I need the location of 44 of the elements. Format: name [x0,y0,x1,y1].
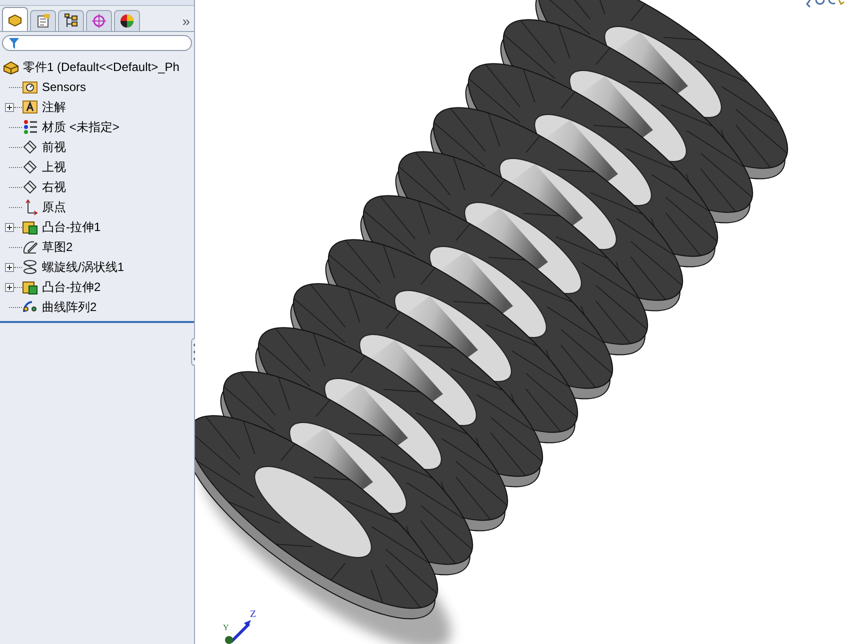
part-icon [3,59,19,75]
extrude-feature-icon [22,279,38,295]
tree-item-label[interactable]: 前视 [42,138,66,156]
expand-icon[interactable] [5,222,14,232]
tree-item-label[interactable]: Sensors [42,78,86,96]
more-tabs-button[interactable]: » [182,14,190,28]
sensor-folder-icon [22,79,38,95]
z-axis-label: Z [250,610,256,620]
tree-item-label[interactable]: 凸台-拉伸2 [42,278,101,296]
filter-field[interactable] [2,35,192,51]
view-toolbar-drawing [806,0,844,8]
expand-icon[interactable] [5,102,14,112]
panel-tab[interactable] [30,10,56,31]
tree-item-label[interactable]: 材质 <未指定> [42,118,120,136]
tree-item-label[interactable]: 螺旋线/涡状线1 [42,258,124,276]
extrude-feature-icon [22,219,38,235]
sketch-icon [22,239,38,255]
filter-icon [9,38,19,48]
plane-icon [22,179,38,195]
panel-tab[interactable] [58,10,84,31]
configurations-icon [63,13,79,29]
part-tree-icon [7,12,23,28]
panel-tab[interactable] [114,10,140,31]
tree-item-label[interactable]: 曲线阵列2 [42,298,97,316]
crosshair-icon [91,13,107,29]
plane-icon [22,139,38,155]
tree-item-label[interactable]: 上视 [42,158,66,176]
tree-item-label[interactable]: 凸台-拉伸1 [42,218,101,236]
y-axis-label: Y [223,624,229,632]
tree-item-label[interactable]: 右视 [42,178,66,196]
curve-pattern-icon [22,299,38,315]
properties-icon [35,13,51,29]
color-wheel-icon [119,13,135,29]
tree-item-label[interactable]: 零件1 (Default<<Default>_Ph [23,58,180,76]
expand-icon[interactable] [5,282,14,292]
tree-item-label[interactable]: 原点 [42,198,66,216]
panel-tab[interactable] [2,7,28,31]
tree-item-label[interactable]: 注解 [42,98,66,116]
tree-item-label[interactable]: 草图2 [42,238,73,256]
annotation-folder-icon [22,99,38,115]
expand-icon[interactable] [5,262,14,272]
material-icon [22,119,38,135]
helix-icon [22,259,38,275]
plane-icon [22,159,38,175]
